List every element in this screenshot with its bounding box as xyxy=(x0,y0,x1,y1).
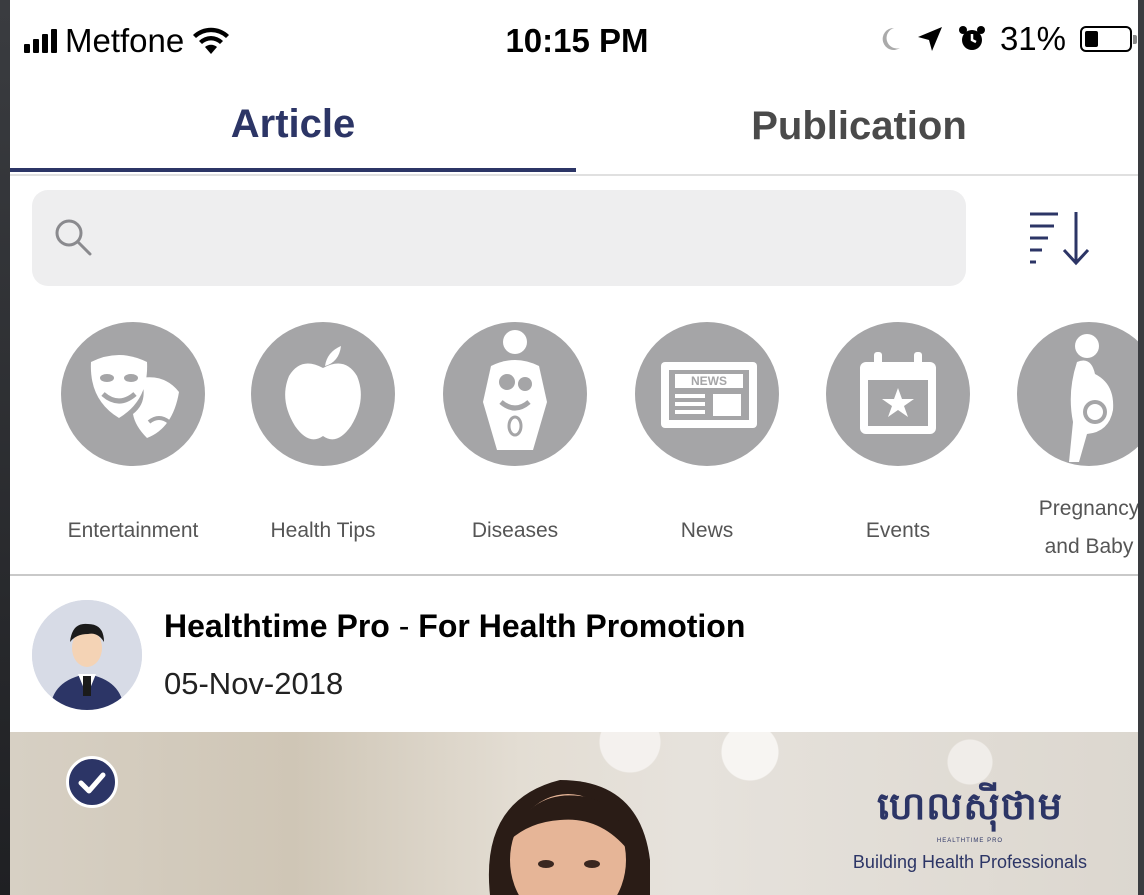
category-health-tips[interactable]: Health Tips xyxy=(228,322,418,550)
category-row: Entertainment Health Tips Diseases NEWS … xyxy=(10,322,1144,572)
theater-masks-icon xyxy=(61,322,205,466)
article-title: Healthtime Pro - For Health Promotion xyxy=(164,608,745,645)
search-icon xyxy=(55,219,92,256)
article-image[interactable]: ហេលស៊ីថាម HEALTHTIME PRO Building Health… xyxy=(10,732,1144,895)
battery-fill xyxy=(1085,31,1098,47)
alarm-clock-icon xyxy=(958,26,985,50)
category-pregnancy-and-baby[interactable]: Pregnancy and Baby xyxy=(994,322,1144,566)
device-frame-left xyxy=(0,0,10,895)
tab-bar: Article Publication xyxy=(10,80,1144,176)
tab-article[interactable]: Article xyxy=(10,80,576,172)
person-photo xyxy=(488,780,650,895)
healthtime-logo: ហេលស៊ីថាម HEALTHTIME PRO Building Health… xyxy=(820,782,1120,873)
category-label: Events xyxy=(865,519,931,542)
tab-publication[interactable]: Publication xyxy=(576,80,1142,172)
article-author: Healthtime Pro xyxy=(164,608,390,644)
status-bar: Metfone 10:15 PM 31% xyxy=(10,0,1144,80)
app-screen: Metfone 10:15 PM 31% Article Publication… xyxy=(10,0,1144,895)
logo-tagline: Building Health Professionals xyxy=(852,852,1088,872)
search-input[interactable] xyxy=(112,210,936,268)
article-card-header[interactable]: Healthtime Pro - For Health Promotion 05… xyxy=(10,576,1144,732)
moon-icon xyxy=(882,27,900,50)
category-label-line1: Pregnancy xyxy=(1038,497,1140,520)
newspaper-icon: NEWS xyxy=(635,322,779,466)
logo-small-text: HEALTHTIME PRO xyxy=(936,838,1004,844)
category-label: Pregnancy and Baby xyxy=(994,490,1144,566)
body-organs-icon xyxy=(443,322,587,466)
battery-percent: 31% xyxy=(999,20,1066,57)
battery-icon xyxy=(1080,26,1137,52)
category-label: Entertainment xyxy=(67,519,199,542)
verified-check-icon xyxy=(66,756,118,808)
status-right: 31% xyxy=(880,20,1137,58)
title-separator: - xyxy=(398,608,410,644)
category-news[interactable]: NEWS News xyxy=(612,322,802,550)
category-diseases[interactable]: Diseases xyxy=(420,322,610,550)
pregnancy-icon xyxy=(1017,322,1144,466)
avatar xyxy=(32,600,142,710)
category-label: News xyxy=(680,519,734,542)
device-frame-right xyxy=(1138,0,1144,895)
article-date: 05-Nov-2018 xyxy=(164,666,344,701)
sort-icon[interactable] xyxy=(1026,206,1092,268)
category-events[interactable]: Events xyxy=(803,322,993,550)
svg-text:NEWS: NEWS xyxy=(691,374,727,388)
category-label-line2: and Baby xyxy=(1044,535,1134,558)
category-label: Health Tips xyxy=(270,519,376,542)
calendar-star-icon xyxy=(826,322,970,466)
apple-icon xyxy=(251,322,395,466)
category-entertainment[interactable]: Entertainment xyxy=(38,322,228,550)
article-subtitle: For Health Promotion xyxy=(418,608,746,644)
category-label: Diseases xyxy=(471,519,559,542)
logo-khmer-text: ហេលស៊ីថាម xyxy=(877,784,1063,828)
search-bar xyxy=(32,190,966,286)
location-arrow-icon xyxy=(917,27,942,51)
